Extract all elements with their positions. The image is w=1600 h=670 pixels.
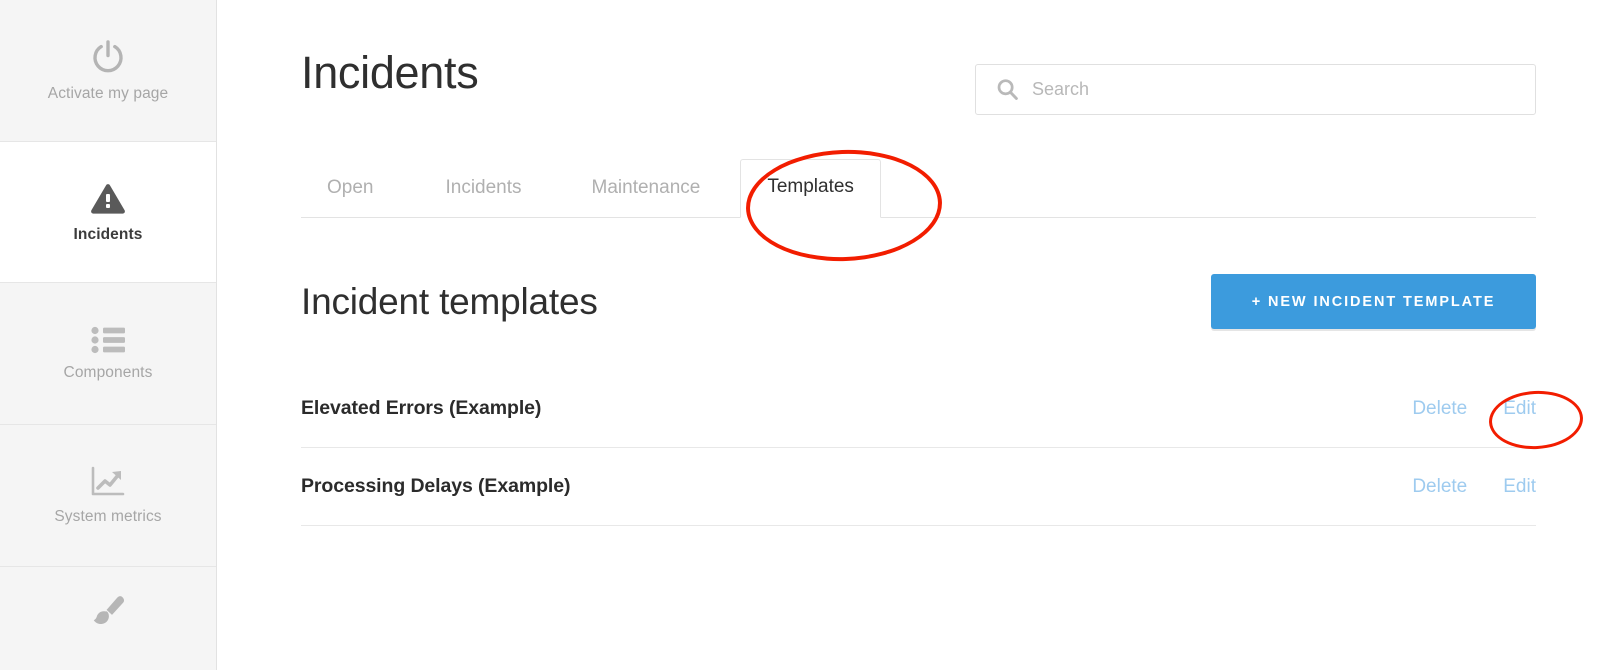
tab-incidents[interactable]: Incidents bbox=[445, 178, 521, 218]
chart-line-icon bbox=[90, 466, 126, 498]
paintbrush-icon bbox=[86, 589, 130, 633]
tab-open[interactable]: Open bbox=[327, 178, 373, 218]
tab-templates[interactable]: Templates bbox=[740, 159, 881, 218]
row-actions: Delete Edit bbox=[1412, 476, 1536, 498]
search-box[interactable] bbox=[975, 64, 1536, 115]
incident-templates-list: Elevated Errors (Example) Delete Edit Pr… bbox=[301, 370, 1536, 526]
sidebar-item-label-activate: Activate my page bbox=[47, 85, 169, 103]
section-title: Incident templates bbox=[301, 281, 598, 322]
page-header-row: Incidents bbox=[301, 0, 1536, 115]
row-actions: Delete Edit bbox=[1412, 398, 1536, 420]
edit-link[interactable]: Edit bbox=[1503, 476, 1536, 498]
table-row: Processing Delays (Example) Delete Edit bbox=[301, 448, 1536, 526]
app-root: Activate my page Incidents Components Sy… bbox=[0, 0, 1600, 670]
search-input[interactable] bbox=[1032, 79, 1492, 100]
sidebar-item-components[interactable]: Components bbox=[0, 283, 216, 425]
page-title: Incidents bbox=[301, 47, 479, 98]
sidebar-item-label-components: Components bbox=[63, 364, 153, 382]
new-incident-template-button[interactable]: + New incident template bbox=[1211, 274, 1536, 329]
template-name: Elevated Errors (Example) bbox=[301, 397, 542, 419]
tab-maintenance[interactable]: Maintenance bbox=[592, 178, 701, 218]
list-icon bbox=[91, 326, 125, 354]
delete-link[interactable]: Delete bbox=[1412, 398, 1467, 420]
sidebar-item-activate[interactable]: Activate my page bbox=[0, 0, 216, 142]
sidebar-item-incidents[interactable]: Incidents bbox=[0, 142, 216, 283]
sidebar-item-label-incidents: Incidents bbox=[73, 225, 143, 243]
warning-triangle-icon bbox=[89, 182, 127, 216]
content-container: Incidents Open Incidents Maintenance T bbox=[301, 0, 1536, 526]
edit-link[interactable]: Edit bbox=[1503, 398, 1536, 420]
sidebar-item-system-metrics[interactable]: System metrics bbox=[0, 425, 216, 567]
template-name: Processing Delays (Example) bbox=[301, 475, 571, 497]
sidebar-item-customize[interactable] bbox=[0, 567, 216, 670]
sidebar-item-label-system-metrics: System metrics bbox=[54, 508, 162, 526]
search-icon bbox=[996, 78, 1019, 101]
sidebar: Activate my page Incidents Components Sy… bbox=[0, 0, 217, 670]
section-header-row: Incident templates + New incident templa… bbox=[301, 274, 1536, 329]
table-row: Elevated Errors (Example) Delete Edit bbox=[301, 370, 1536, 448]
main-content: Incidents Open Incidents Maintenance T bbox=[217, 0, 1600, 670]
delete-link[interactable]: Delete bbox=[1412, 476, 1467, 498]
power-icon bbox=[90, 39, 126, 75]
tab-bar: Open Incidents Maintenance Templates bbox=[301, 156, 1536, 218]
